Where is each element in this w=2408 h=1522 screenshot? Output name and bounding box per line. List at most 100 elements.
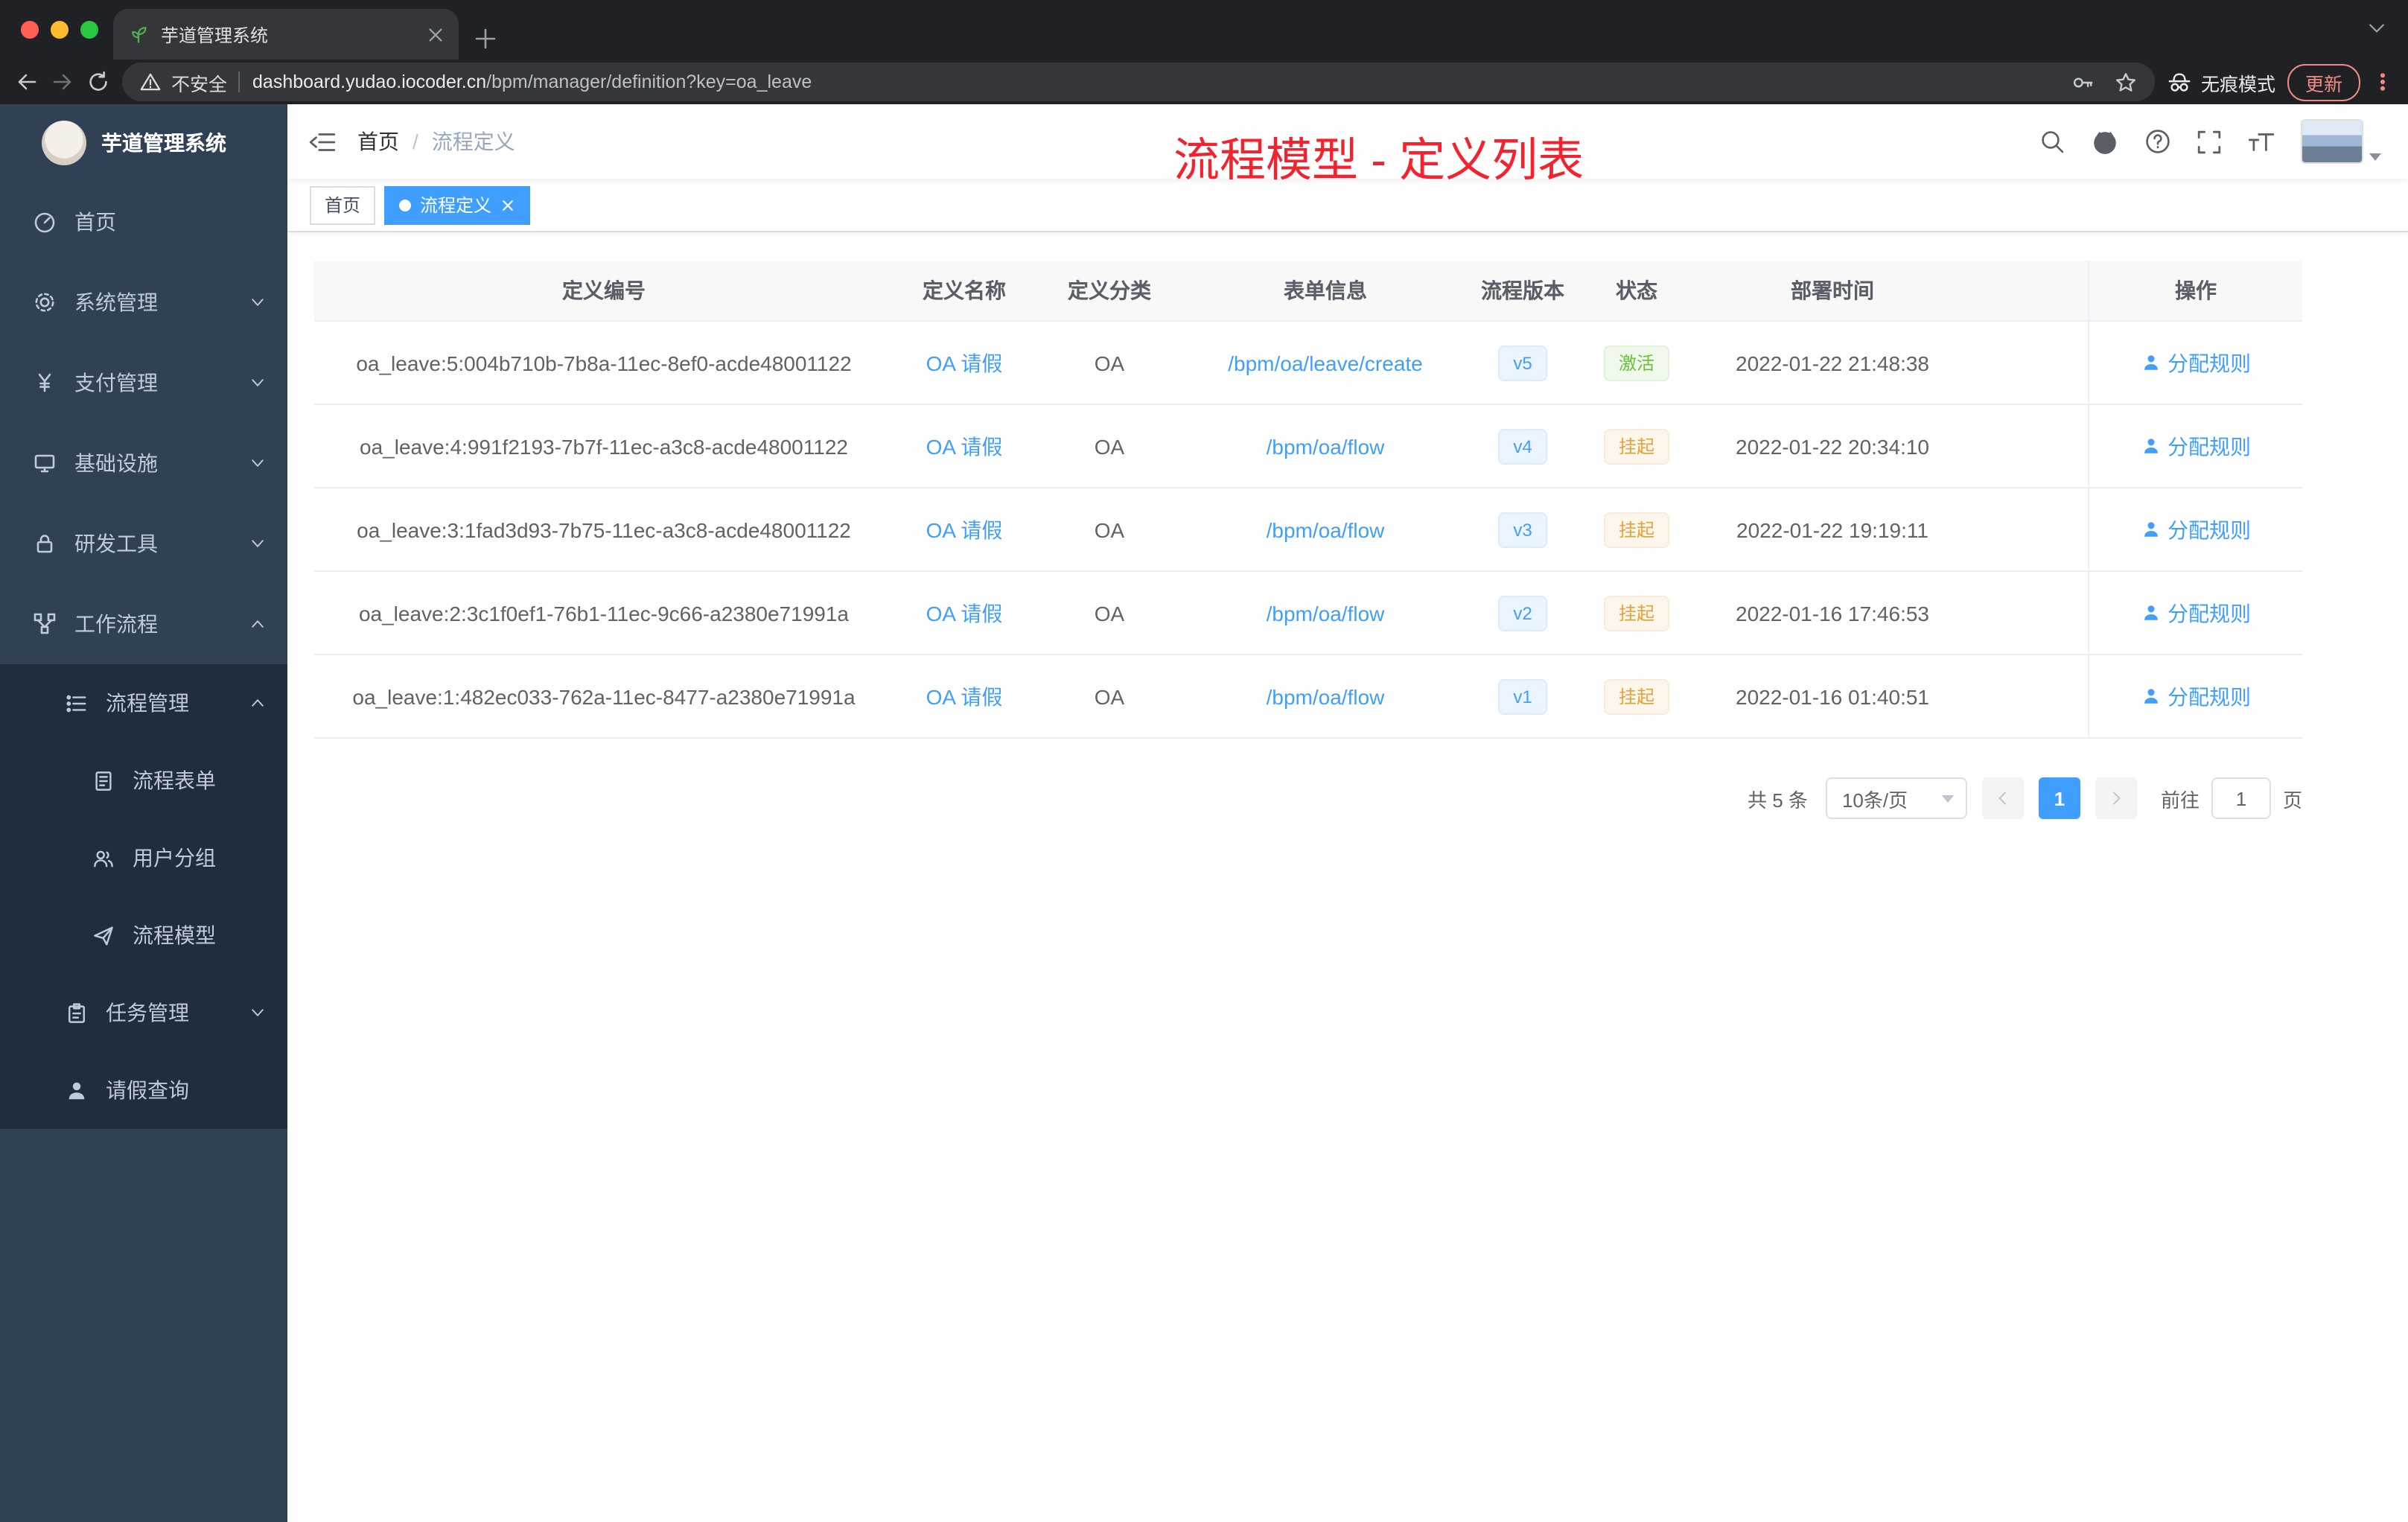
caret-down-icon [2369, 153, 2381, 161]
font-size-icon[interactable] [2247, 129, 2275, 154]
sidebar-item-task-management[interactable]: 任务管理 [0, 974, 287, 1051]
search-icon[interactable] [2039, 128, 2065, 155]
sidebar-item-infrastructure[interactable]: 基础设施 [0, 423, 287, 503]
tab-close-icon[interactable] [427, 26, 444, 42]
sidebar-item-home[interactable]: 首页 [0, 182, 287, 262]
window-controls [21, 21, 98, 39]
dashboard-icon [34, 212, 55, 233]
browser-menu-icon[interactable] [2372, 70, 2393, 94]
tag-home[interactable]: 首页 [310, 185, 376, 224]
sidebar-item-label: 流程管理 [106, 691, 189, 715]
annotation-title: 流程模型 - 定义列表 [1173, 134, 1584, 186]
logo-title: 芋道管理系统 [101, 131, 226, 155]
header-version: 流程版本 [1481, 278, 1564, 302]
goto-label: 前往 [2160, 789, 2200, 811]
breadcrumb-current: 流程定义 [431, 130, 515, 153]
cell-deploy-time: 2022-01-22 20:34:10 [1736, 434, 1929, 458]
minimize-window-button[interactable] [51, 21, 69, 39]
url-path: /bpm/manager/definition?key=oa_leave [486, 71, 812, 92]
tab-title: 芋道管理系统 [161, 25, 269, 45]
sidebar-item-user-group[interactable]: 用户分组 [0, 819, 287, 897]
definition-name-link[interactable]: OA 请假 [926, 598, 1003, 628]
header-definition-name: 定义名称 [923, 278, 1006, 302]
tag-process-definition[interactable]: 流程定义 [384, 185, 531, 224]
bookmark-star-icon[interactable] [2115, 71, 2137, 93]
chevron-down-icon [252, 1009, 264, 1016]
assign-rule-button[interactable]: 分配规则 [2141, 598, 2251, 628]
sidebar-item-process-management[interactable]: 流程管理 [0, 664, 287, 742]
sidebar-item-workflow[interactable]: 工作流程 [0, 584, 287, 664]
assign-rule-button[interactable]: 分配规则 [2141, 348, 2251, 378]
user-icon [2144, 522, 2157, 537]
form-info-link[interactable]: /bpm/oa/flow [1267, 434, 1385, 458]
sidebar-item-process-form[interactable]: 流程表单 [0, 742, 287, 819]
sidebar-item-payment[interactable]: 支付管理 [0, 343, 287, 423]
cell-definition-id: oa_leave:5:004b710b-7b8a-11ec-8ef0-acde4… [356, 351, 852, 375]
assign-rule-button[interactable]: 分配规则 [2141, 681, 2251, 711]
version-tag: v5 [1498, 345, 1547, 380]
sidebar-collapse-icon[interactable] [308, 127, 337, 156]
avatar [2301, 119, 2363, 164]
definition-name-link[interactable]: OA 请假 [926, 348, 1003, 378]
form-info-link[interactable]: /bpm/oa/leave/create [1228, 351, 1423, 375]
assign-rule-button[interactable]: 分配规则 [2141, 515, 2251, 544]
security-label: 不安全 [171, 74, 228, 95]
new-tab-button[interactable] [474, 27, 497, 51]
address-bar[interactable]: 不安全 dashboard.yudao.iocoder.cn/bpm/manag… [122, 63, 2155, 101]
browser-tab[interactable]: 芋道管理系统 [113, 9, 459, 60]
sidebar-item-dev-tools[interactable]: 研发工具 [0, 503, 287, 584]
goto-page-input[interactable] [2211, 777, 2271, 819]
sidebar-logo[interactable]: 芋道管理系统 [0, 104, 287, 182]
page-size-select[interactable]: 10条/页 [1825, 777, 1967, 819]
monitor-icon [34, 454, 55, 473]
header-form-info: 表单信息 [1284, 278, 1367, 302]
definition-name-link[interactable]: OA 请假 [926, 515, 1003, 544]
form-info-link[interactable]: /bpm/oa/flow [1267, 684, 1385, 708]
sidebar-item-system[interactable]: 系统管理 [0, 262, 287, 343]
close-window-button[interactable] [21, 21, 39, 39]
definition-name-link[interactable]: OA 请假 [926, 681, 1003, 711]
current-page-button[interactable]: 1 [2038, 777, 2080, 819]
sidebar-item-label: 工作流程 [74, 612, 158, 636]
tag-close-icon[interactable] [500, 197, 515, 212]
chevron-down-icon [252, 379, 264, 386]
tab-list-chevron-icon[interactable] [2366, 18, 2387, 39]
chevron-left-icon [1998, 792, 2006, 805]
table-row: oa_leave:2:3c1f0ef1-76b1-11ec-9c66-a2380… [314, 572, 2302, 655]
yen-icon [38, 373, 51, 392]
user-icon [2144, 689, 2157, 704]
assign-rule-button[interactable]: 分配规则 [2141, 431, 2251, 461]
user-avatar-dropdown[interactable] [2301, 119, 2381, 164]
pagination: 共 5 条 10条/页 1 前往 页 [314, 777, 2302, 819]
breadcrumb-home[interactable]: 首页 [357, 127, 399, 156]
reload-button[interactable] [86, 70, 110, 94]
header-actions: 操作 [2088, 261, 2302, 320]
sidebar-item-label: 请假查询 [106, 1078, 189, 1102]
next-page-button[interactable] [2095, 777, 2137, 819]
browser-update-button[interactable]: 更新 [2287, 63, 2360, 101]
cell-category: OA [1094, 351, 1125, 375]
user-icon [2144, 605, 2157, 620]
table-header-row: 定义编号 定义名称 定义分类 表单信息 流程版本 状态 部署时间 操作 [314, 261, 2302, 322]
sidebar-item-label: 支付管理 [74, 371, 158, 395]
forward-button[interactable] [51, 70, 74, 94]
form-info-link[interactable]: /bpm/oa/flow [1267, 601, 1385, 625]
sidebar-item-process-model[interactable]: 流程模型 [0, 897, 287, 974]
back-button[interactable] [15, 70, 39, 94]
form-info-link[interactable]: /bpm/oa/flow [1267, 518, 1385, 541]
sidebar-item-label: 任务管理 [106, 1001, 189, 1025]
prev-page-button[interactable] [1981, 777, 2024, 819]
page-content: 定义编号 定义名称 定义分类 表单信息 流程版本 状态 部署时间 操作 oa_l… [287, 232, 2408, 1522]
password-key-icon[interactable] [2071, 71, 2094, 93]
active-dot [399, 199, 412, 211]
github-icon[interactable] [2091, 127, 2119, 156]
fullscreen-icon[interactable] [2197, 129, 2222, 154]
sidebar-item-leave-query[interactable]: 请假查询 [0, 1051, 287, 1129]
zoom-window-button[interactable] [80, 21, 98, 39]
help-question-icon[interactable] [2144, 128, 2171, 155]
chevron-right-icon [2112, 792, 2121, 805]
table-row: oa_leave:3:1fad3d93-7b75-11ec-a3c8-acde4… [314, 488, 2302, 572]
sidebar-item-label: 系统管理 [74, 290, 158, 314]
definition-name-link[interactable]: OA 请假 [926, 431, 1003, 461]
user-icon [2144, 355, 2157, 370]
